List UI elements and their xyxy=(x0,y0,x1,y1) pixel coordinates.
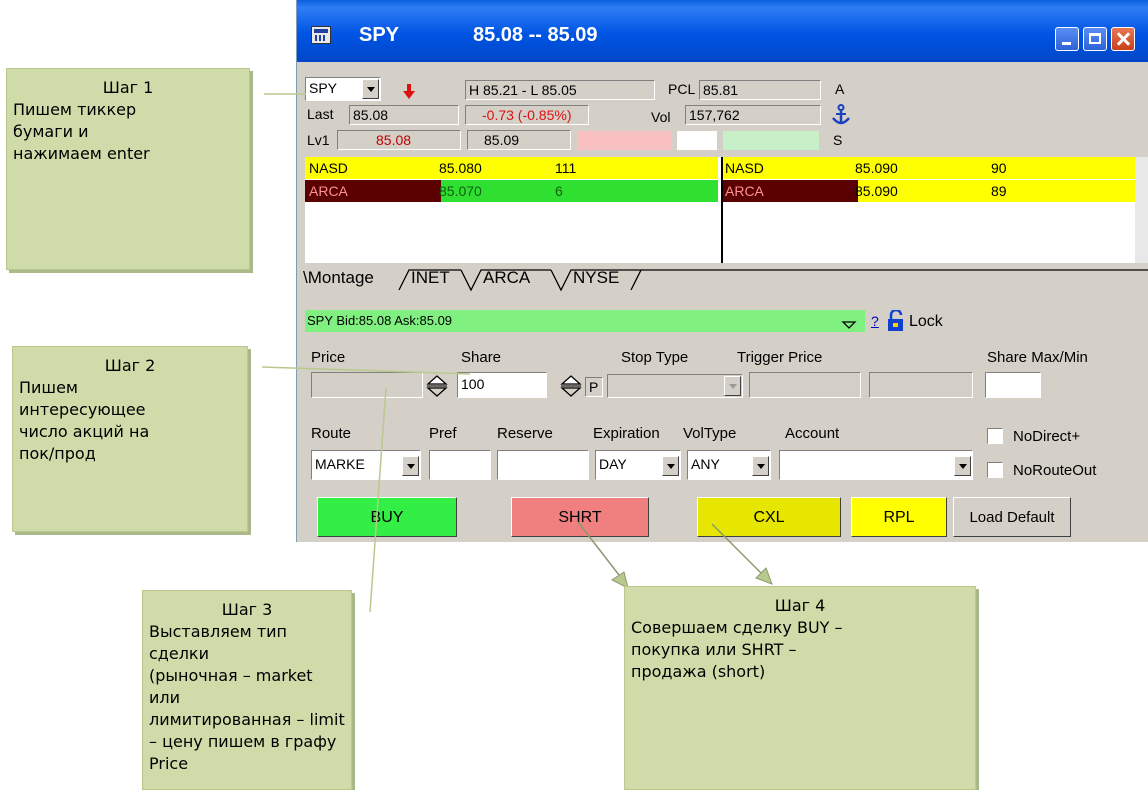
step-3-body: Выставляем тип сделки (рыночная – market… xyxy=(149,622,345,773)
step-3-note: Шаг 3 Выставляем тип сделки (рыночная – … xyxy=(142,590,352,790)
step-2-note: Шаг 2 Пишем интересующее число акций на … xyxy=(12,346,248,532)
step-1-note: Шаг 1 Пишем тиккер бумаги и нажимаем ent… xyxy=(6,68,250,270)
step-2-title: Шаг 2 xyxy=(104,356,156,375)
step-1-title: Шаг 1 xyxy=(102,78,154,97)
step-4-note: Шаг 4 Совершаем сделку BUY – покупка или… xyxy=(624,586,976,790)
step-4-title: Шаг 4 xyxy=(774,596,826,615)
step-1-body: Пишем тиккер бумаги и нажимаем enter xyxy=(13,100,150,163)
step-2-body: Пишем интересующее число акций на пок/пр… xyxy=(19,378,150,463)
step-4-body: Совершаем сделку BUY – покупка или SHRT … xyxy=(631,618,843,681)
step-3-title: Шаг 3 xyxy=(221,600,273,619)
